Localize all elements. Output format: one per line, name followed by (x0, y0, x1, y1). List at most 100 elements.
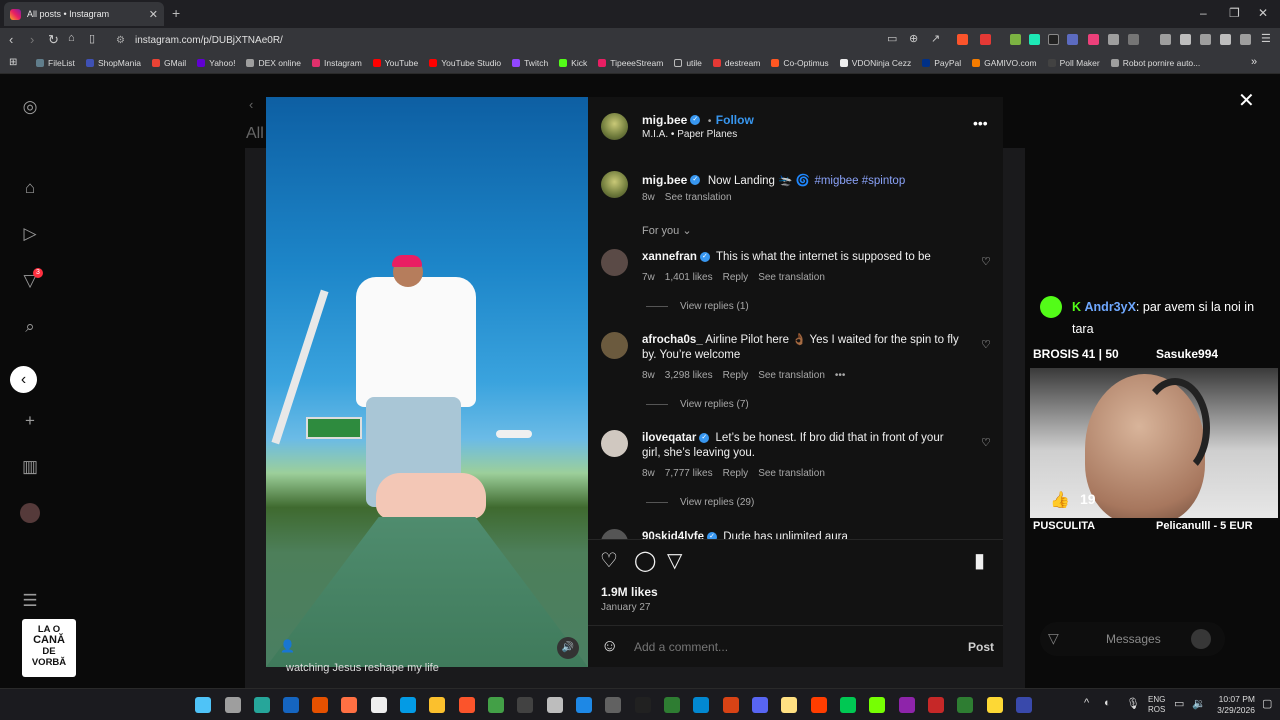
reply-button[interactable]: Reply (723, 370, 749, 381)
caption-see-translation[interactable]: See translation (665, 192, 732, 203)
bookmark-item[interactable]: Poll Maker (1047, 58, 1100, 68)
comment-avatar[interactable] (601, 332, 628, 359)
see-translation-button[interactable]: See translation (758, 272, 825, 283)
view-replies-button[interactable]: View replies (29) (646, 497, 754, 508)
bookmark-item[interactable]: VDONinja Cezz (839, 58, 911, 68)
language-indicator[interactable]: ENG ROS (1148, 695, 1165, 715)
bookmark-item[interactable]: Kick (559, 58, 587, 68)
bookmark-icon[interactable]: ▯ (89, 32, 95, 45)
comment-options-icon[interactable]: ••• (835, 370, 846, 381)
home-icon[interactable]: ⌂ (20, 178, 40, 198)
bookmark-item[interactable]: GAMIVO.com (972, 58, 1037, 68)
browser-tab[interactable]: All posts • Instagram ✕ (4, 2, 164, 26)
screenshot-icon[interactable] (1128, 34, 1139, 45)
sound-toggle-icon[interactable]: 🔊 (557, 637, 579, 659)
view-replies-button[interactable]: View replies (7) (646, 399, 749, 410)
share-icon[interactable]: ▽ (667, 548, 682, 573)
bookmark-item[interactable]: YouTube (372, 58, 418, 68)
share-icon[interactable]: ↗ (931, 32, 940, 45)
reply-button[interactable]: Reply (723, 272, 749, 283)
home-icon[interactable]: ⌂ (68, 32, 75, 44)
notifications-icon[interactable]: ▢ (1262, 697, 1272, 710)
comment-icon[interactable]: ◯ (634, 548, 656, 573)
extension-icon[interactable] (1088, 34, 1099, 45)
bookmark-item[interactable]: YouTube Studio (429, 58, 501, 68)
rewards-icon[interactable] (980, 34, 991, 45)
comment-username[interactable]: iloveqatar (642, 432, 696, 444)
app-icon[interactable] (693, 697, 709, 713)
bookmark-item[interactable]: GMail (151, 58, 186, 68)
app-icon[interactable] (957, 697, 973, 713)
more-bookmarks-icon[interactable]: » (1251, 56, 1257, 68)
collapse-sidebar-button[interactable]: ‹ (10, 366, 37, 393)
sidebar-icon[interactable] (1180, 34, 1191, 45)
comment-avatar[interactable] (601, 430, 628, 457)
more-options-icon[interactable]: ••• (973, 115, 988, 131)
comment-likes[interactable]: 7,777 likes (665, 468, 713, 479)
like-comment-icon[interactable]: ♡ (981, 255, 991, 268)
like-comment-icon[interactable]: ♡ (981, 338, 991, 351)
wallet-icon[interactable] (1200, 34, 1211, 45)
app-icon[interactable] (312, 697, 328, 713)
author-avatar[interactable] (601, 113, 628, 140)
follow-button[interactable]: Follow (716, 113, 754, 127)
messages-pill[interactable]: ▽ Messages (1040, 622, 1225, 656)
edge-icon[interactable] (400, 697, 416, 713)
bookmark-item[interactable]: Instagram (312, 58, 362, 68)
comment-username[interactable]: afrocha0s_ (642, 334, 703, 346)
emoji-icon[interactable]: ☺ (601, 636, 618, 656)
app-icon[interactable] (811, 697, 827, 713)
caption-hashtags[interactable]: #migbee #spintop (814, 175, 905, 187)
obs-icon[interactable] (547, 697, 563, 713)
app-icon[interactable] (341, 697, 357, 713)
author-username[interactable]: mig.bee (642, 113, 687, 127)
extension-icon[interactable] (1029, 34, 1040, 45)
vpn-icon[interactable] (1240, 34, 1251, 45)
volume-icon[interactable]: 🔉 (1192, 697, 1206, 710)
add-comment-input[interactable] (634, 637, 934, 657)
reply-button[interactable]: Reply (723, 468, 749, 479)
instagram-logo-icon[interactable]: ◎ (20, 97, 40, 117)
bookmark-item[interactable]: Co-Optimus (771, 58, 829, 68)
extension-icon[interactable] (1067, 34, 1078, 45)
comment-likes[interactable]: 1,401 likes (665, 272, 713, 283)
app-icon[interactable] (928, 697, 944, 713)
zoom-icon[interactable]: ⊕ (909, 32, 918, 45)
bookmark-item[interactable]: DEX online (246, 58, 301, 68)
app-icon[interactable] (517, 697, 533, 713)
task-view-icon[interactable] (225, 697, 241, 713)
minimize-icon[interactable]: – (1200, 6, 1207, 20)
url-field[interactable]: ⚙ instagram.com/p/DUBjXTNAe0R/ (113, 32, 883, 49)
site-info-icon[interactable]: ⚙ (116, 32, 125, 49)
close-modal-icon[interactable]: ✕ (1238, 88, 1255, 113)
clock[interactable]: 10:07 PM 3/29/2026 (1211, 694, 1255, 716)
tray-chevron-icon[interactable]: ^ (1084, 697, 1089, 709)
apps-grid-icon[interactable]: ⊞ (9, 57, 17, 68)
start-icon[interactable] (195, 697, 211, 713)
reload-icon[interactable]: ↻ (48, 32, 59, 48)
comment-avatar[interactable] (601, 249, 628, 276)
see-translation-button[interactable]: See translation (758, 468, 825, 479)
extensions-puzzle-icon[interactable] (1108, 34, 1119, 45)
like-icon[interactable]: ♡ (600, 548, 618, 573)
brave-icon[interactable] (459, 697, 475, 713)
leo-icon[interactable] (1220, 34, 1231, 45)
app-icon[interactable] (987, 697, 1003, 713)
comment-likes[interactable]: 3,298 likes (665, 370, 713, 381)
extension-icon[interactable] (1048, 34, 1059, 45)
comment-username[interactable]: 90skid4lyfe (642, 531, 704, 539)
create-icon[interactable]: + (20, 411, 40, 431)
microphone-icon[interactable]: 🎙 (1126, 697, 1140, 710)
app-icon[interactable] (605, 697, 621, 713)
likes-count[interactable]: 1.9M likes (601, 585, 658, 599)
comment-sort-dropdown[interactable]: For you ⌄ (642, 224, 692, 237)
bookmark-item[interactable]: Twitch (512, 58, 548, 68)
bookmark-folder[interactable]: utile (674, 58, 702, 68)
epic-icon[interactable] (635, 697, 651, 713)
bookmark-item[interactable]: TipeeeStream (598, 58, 663, 68)
brave-shield-icon[interactable] (957, 34, 968, 45)
insights-icon[interactable]: ▥ (20, 457, 40, 477)
explorer-icon[interactable] (429, 697, 445, 713)
back-icon[interactable]: ‹ (9, 32, 13, 47)
app-icon[interactable] (899, 697, 915, 713)
